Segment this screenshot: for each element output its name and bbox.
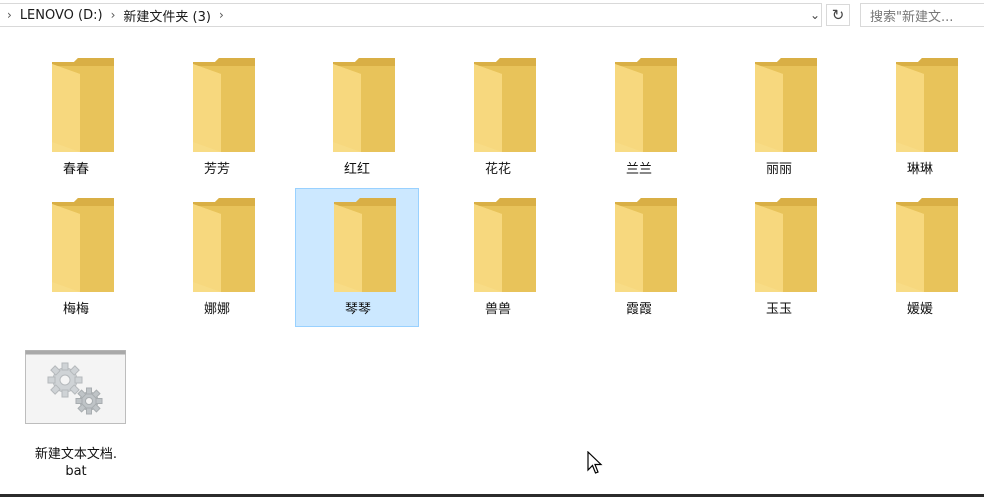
folder-item[interactable]: 丽丽: [717, 49, 841, 187]
folder-item[interactable]: 玉玉: [717, 189, 841, 327]
gears-icon: [25, 350, 126, 424]
breadcrumb-item-drive[interactable]: LENOVO (D:): [20, 8, 103, 23]
folder-label: 玉玉: [765, 302, 792, 317]
folder-icon: [470, 196, 540, 296]
folder-item[interactable]: 琴琴: [295, 188, 419, 327]
folder-icon: [48, 196, 118, 296]
folder-label: 梅梅: [62, 302, 89, 317]
folder-label: 兰兰: [625, 162, 652, 177]
folder-item[interactable]: 琳琳: [858, 49, 982, 187]
breadcrumb-item-folder[interactable]: 新建文件夹 (3): [123, 6, 211, 25]
folder-item[interactable]: 霞霞: [577, 189, 701, 327]
folder-item[interactable]: 兽兽: [436, 189, 560, 327]
folder-label: 琴琴: [344, 302, 371, 317]
folder-icon: [189, 196, 259, 296]
folder-icon: [892, 56, 962, 156]
folder-icon: [751, 196, 821, 296]
folder-item[interactable]: 兰兰: [577, 49, 701, 187]
folder-icon: [470, 56, 540, 156]
folder-icon: [330, 196, 400, 296]
bat-file-label[interactable]: 新建文本文档. bat: [14, 446, 138, 480]
folder-label: 霞霞: [625, 302, 652, 317]
folder-icon: [892, 196, 962, 296]
bat-file-name: 新建文本文档.: [34, 447, 118, 462]
refresh-icon[interactable]: ↻: [826, 4, 850, 26]
folder-icon: [611, 196, 681, 296]
folder-label: 春春: [62, 162, 89, 177]
folder-label: 娜娜: [203, 302, 230, 317]
folder-item[interactable]: 花花: [436, 49, 560, 187]
folder-item[interactable]: 媛媛: [858, 189, 982, 327]
breadcrumb-separator[interactable]: ›: [111, 8, 116, 22]
search-placeholder: 搜索"新建文...: [870, 9, 954, 25]
folder-icon: [751, 56, 821, 156]
folder-label: 丽丽: [765, 162, 792, 177]
folder-icon: [329, 56, 399, 156]
folder-label: 媛媛: [906, 302, 933, 317]
folder-icon: [189, 56, 259, 156]
folder-label: 花花: [484, 162, 511, 177]
folder-icon: [48, 56, 118, 156]
address-bar: › LENOVO (D:) › 新建文件夹 (3) › ⌄ ↻ 搜索"新建文..…: [0, 0, 984, 31]
folder-icon: [611, 56, 681, 156]
breadcrumb-separator[interactable]: ›: [219, 8, 224, 22]
bat-file-item[interactable]: [25, 350, 126, 424]
folder-item[interactable]: 梅梅: [14, 189, 138, 327]
folder-item[interactable]: 春春: [14, 49, 138, 187]
folder-label: 芳芳: [203, 162, 230, 177]
folder-label: 红红: [343, 162, 370, 177]
search-input[interactable]: 搜索"新建文...: [860, 3, 984, 27]
folder-item[interactable]: 娜娜: [155, 189, 279, 327]
folder-item[interactable]: 芳芳: [155, 49, 279, 187]
folder-label: 琳琳: [906, 162, 933, 177]
folder-item[interactable]: 红红: [295, 49, 419, 187]
mouse-cursor-icon: [587, 451, 603, 474]
folder-label: 兽兽: [484, 302, 511, 317]
bat-file-extension: bat: [65, 464, 87, 479]
chevron-down-icon[interactable]: ⌄: [805, 5, 825, 25]
breadcrumb: › LENOVO (D:) › 新建文件夹 (3) ›: [3, 0, 232, 30]
breadcrumb-separator[interactable]: ›: [7, 8, 12, 22]
